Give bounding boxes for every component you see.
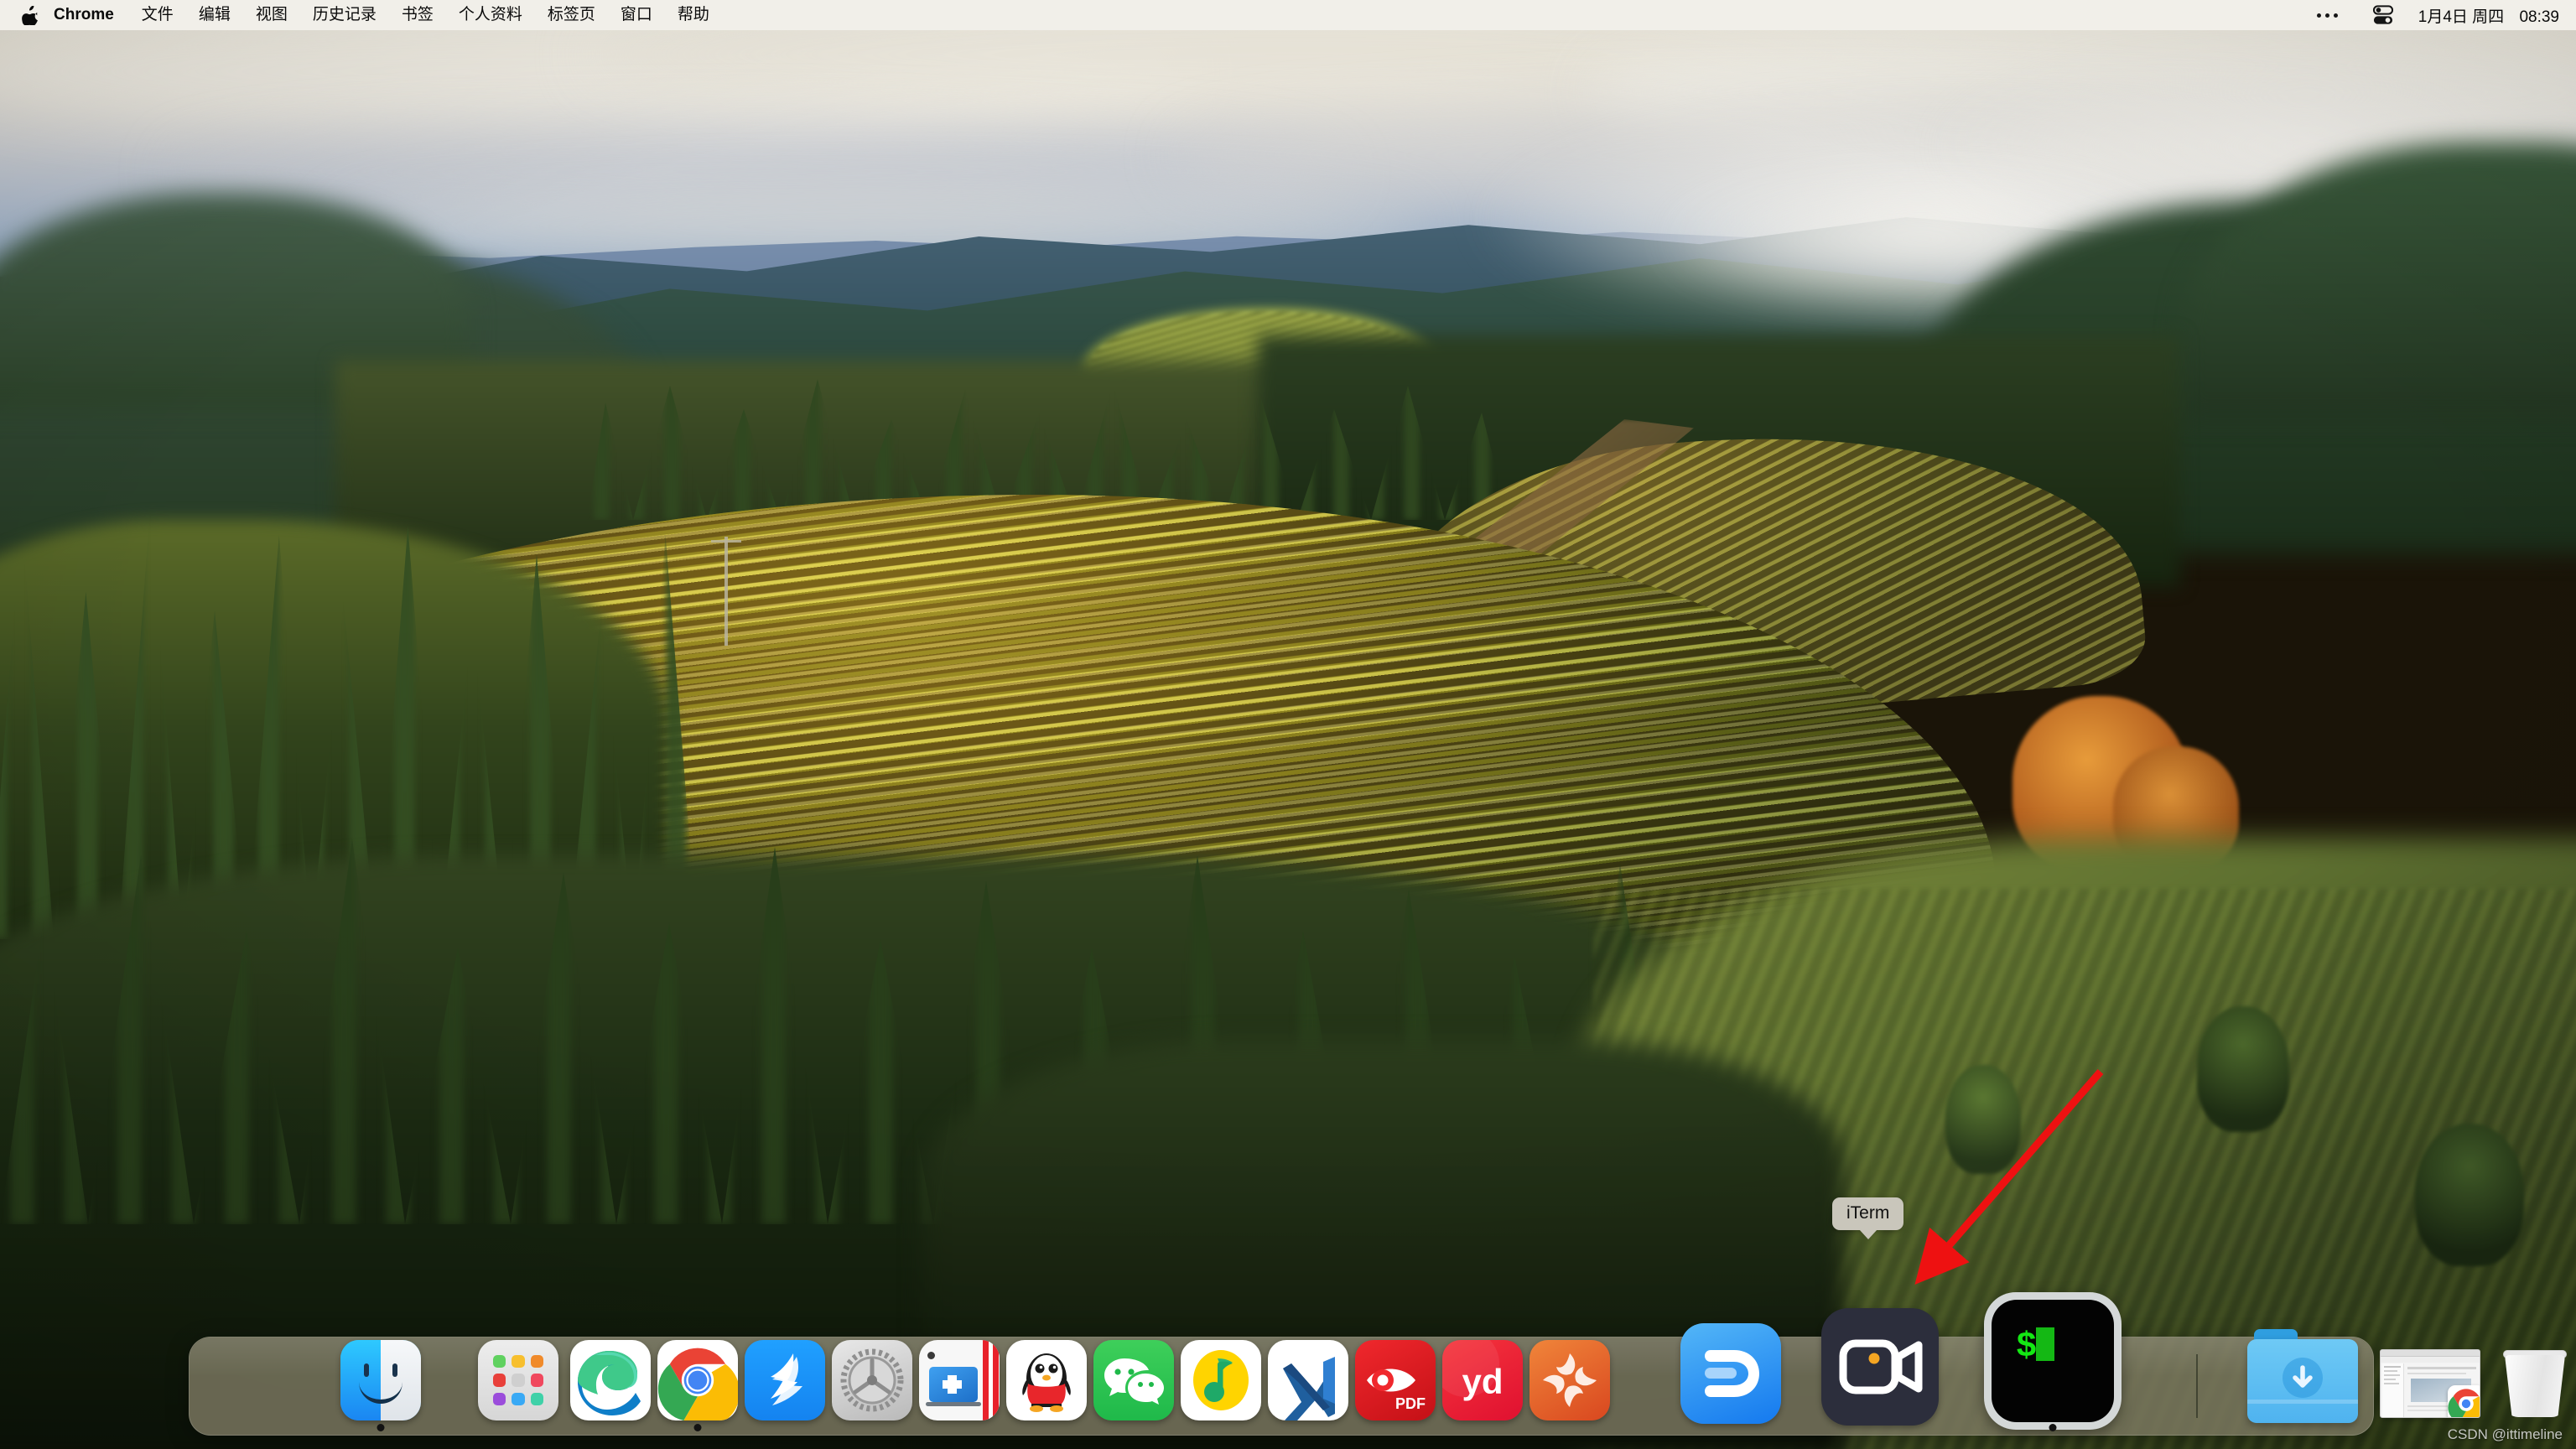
pdf-reader-icon: PDF	[1355, 1340, 1436, 1420]
desktop-wallpaper	[0, 0, 2576, 1449]
qq-music-icon	[1181, 1340, 1261, 1420]
downloads-folder-icon	[2247, 1329, 2358, 1423]
dock-item-trash[interactable]	[2496, 1340, 2573, 1420]
dock-items: PDF yd $	[190, 1292, 2567, 1435]
dock-item-google-chrome[interactable]	[657, 1340, 738, 1420]
dock-item-launchpad[interactable]	[478, 1340, 558, 1420]
dock-separator	[2196, 1354, 2198, 1418]
minimized-window-thumbnail	[2380, 1349, 2480, 1418]
video-meeting-icon	[1821, 1308, 1939, 1426]
wallpaper-vignette	[0, 0, 2576, 1449]
visual-studio-code-icon	[1268, 1340, 1348, 1420]
dock-item-microsoft-edge[interactable]	[570, 1340, 651, 1420]
launchpad-icon	[478, 1340, 558, 1420]
eudic-icon	[1680, 1323, 1781, 1424]
menu-item-edit[interactable]: 编辑	[186, 0, 243, 30]
dock-item-system-settings[interactable]	[832, 1340, 912, 1420]
menu-item-window[interactable]: 窗口	[608, 0, 665, 30]
dock-item-qq-music[interactable]	[1181, 1340, 1261, 1420]
dock-item-visual-studio-code[interactable]	[1268, 1340, 1348, 1420]
menu-item-history[interactable]: 历史记录	[300, 0, 389, 30]
dock-item-youdao-dict[interactable]: yd	[1442, 1340, 1523, 1420]
menu-item-bookmarks[interactable]: 书签	[389, 0, 446, 30]
menu-bar-left: Chrome 文件 编辑 视图 历史记录 书签 个人资料 标签页 窗口 帮助	[0, 0, 722, 30]
menu-item-tabs[interactable]: 标签页	[535, 0, 608, 30]
svg-text:yd: yd	[1462, 1362, 1503, 1401]
iterm-icon: $	[1984, 1292, 2122, 1430]
dock-item-snipaste[interactable]	[919, 1340, 1000, 1420]
watermark: CSDN @ittimeline	[2447, 1426, 2563, 1442]
running-indicator	[693, 1424, 702, 1431]
menu-bar-status-area: 1月4日 周四 08:39	[2298, 0, 2576, 30]
dock-item-video-meeting[interactable]	[1821, 1308, 1939, 1426]
dock-item-xmind[interactable]	[1530, 1340, 1610, 1420]
dock-item-eudic[interactable]	[1680, 1323, 1781, 1424]
control-center-icon[interactable]	[2356, 0, 2410, 30]
youdao-dict-icon: yd	[1442, 1340, 1523, 1420]
dock-item-downloads-folder[interactable]	[2247, 1329, 2358, 1423]
svg-text:PDF: PDF	[1395, 1395, 1426, 1412]
clock-date: 1月4日 周四	[2418, 8, 2505, 26]
xmind-icon	[1530, 1340, 1610, 1420]
dock-item-qq[interactable]	[1006, 1340, 1087, 1420]
menu-bar-clock[interactable]: 1月4日 周四 08:39	[2410, 4, 2559, 27]
dock-tooltip: iTerm	[1832, 1197, 1904, 1230]
dock[interactable]: PDF yd $	[189, 1292, 2567, 1436]
system-settings-icon	[832, 1340, 912, 1420]
running-indicator	[377, 1424, 385, 1431]
menu-item-profiles[interactable]: 个人资料	[446, 0, 535, 30]
ellipsis-icon[interactable]	[2298, 0, 2356, 30]
microsoft-edge-icon	[570, 1340, 651, 1420]
dock-item-minimized-chrome-window[interactable]	[2380, 1349, 2480, 1418]
menu-item-help[interactable]: 帮助	[665, 0, 722, 30]
snipaste-icon	[919, 1340, 1000, 1420]
menu-bar[interactable]: Chrome 文件 编辑 视图 历史记录 书签 个人资料 标签页 窗口 帮助 1…	[0, 0, 2576, 30]
dingtalk-icon	[745, 1340, 825, 1420]
dock-item-iterm[interactable]: $	[1984, 1292, 2122, 1430]
running-indicator	[2049, 1424, 2057, 1431]
qq-icon	[1006, 1340, 1087, 1420]
menu-item-view[interactable]: 视图	[243, 0, 300, 30]
dock-item-wechat[interactable]	[1093, 1340, 1174, 1420]
menu-active-app[interactable]: Chrome	[44, 0, 129, 30]
menu-item-file[interactable]: 文件	[129, 0, 186, 30]
trash-icon	[2496, 1340, 2573, 1420]
dock-item-pdf-reader[interactable]: PDF	[1355, 1340, 1436, 1420]
wechat-icon	[1093, 1340, 1174, 1420]
clock-time: 08:39	[2519, 8, 2559, 26]
svg-text:$: $	[2016, 1327, 2037, 1367]
dock-item-finder[interactable]	[340, 1340, 421, 1420]
dock-item-dingtalk[interactable]	[745, 1340, 825, 1420]
apple-logo-icon[interactable]	[18, 3, 40, 28]
google-chrome-icon	[657, 1340, 738, 1420]
finder-icon	[340, 1340, 421, 1420]
